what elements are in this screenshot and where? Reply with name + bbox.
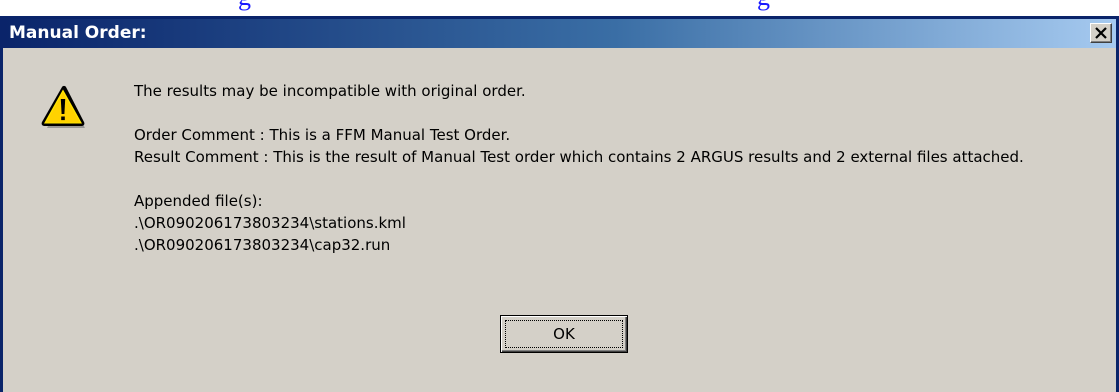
appended-files-label: Appended file(s): [134,192,263,210]
ok-button-label: OK [553,325,575,343]
background-page-strip: g g [0,0,1119,16]
dialog-titlebar[interactable]: Manual Order: [3,19,1116,48]
background-link-fragment[interactable]: g [238,0,251,10]
dialog-title: Manual Order: [9,23,147,43]
ok-button[interactable]: OK [500,315,628,353]
close-button[interactable] [1090,23,1112,43]
dialog-body: The results may be incompatible with ori… [3,48,1116,392]
background-link-fragment[interactable]: g [757,0,770,10]
warning-icon [41,85,85,128]
manual-order-dialog: Manual Order: The results may be incompa… [0,16,1119,392]
message-line: The results may be incompatible with ori… [134,82,526,100]
appended-file-path: .\OR090206173803234\stations.kml [134,214,406,232]
appended-file-path: .\OR090206173803234\cap32.run [134,236,391,254]
dialog-message: The results may be incompatible with ori… [134,80,1094,256]
close-icon [1095,27,1107,39]
result-comment: Result Comment : This is the result of M… [134,148,1024,166]
order-comment: Order Comment : This is a FFM Manual Tes… [134,126,511,144]
page: g g Manual Order: The results may be inc [0,0,1119,392]
